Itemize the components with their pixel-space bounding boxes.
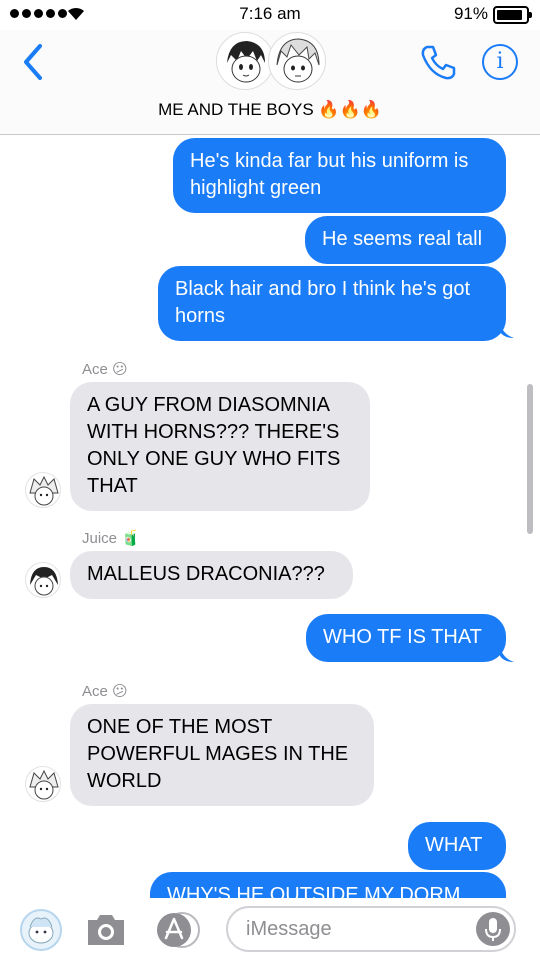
bubble-tail bbox=[500, 646, 514, 662]
message-bubble[interactable]: He's kinda far but his uniform is highli… bbox=[173, 138, 506, 213]
sender-name: Ace 😕 bbox=[82, 361, 128, 378]
sender-name: Juice 🧃 bbox=[82, 530, 140, 547]
message-bubble[interactable]: MALLEUS DRACONIA??? bbox=[70, 551, 353, 599]
avatar[interactable] bbox=[25, 562, 61, 598]
input-bar: iMessage bbox=[0, 898, 540, 960]
battery-icon bbox=[493, 6, 532, 24]
avatar[interactable] bbox=[25, 766, 61, 802]
message-bubble[interactable]: WHY'S HE OUTSIDE MY DORM bbox=[150, 872, 506, 898]
message-bubble[interactable]: A GUY FROM DIASOMNIA WITH HORNS??? THERE… bbox=[70, 382, 370, 511]
camera-icon[interactable] bbox=[84, 912, 128, 948]
status-bar: 7:16 am 91% bbox=[0, 0, 540, 30]
message-input-placeholder: iMessage bbox=[246, 918, 332, 940]
app-store-icon[interactable] bbox=[152, 910, 202, 950]
message-input[interactable]: iMessage bbox=[226, 906, 516, 952]
chevron-left-icon[interactable] bbox=[18, 42, 48, 82]
message-bubble[interactable]: ONE OF THE MOST POWERFUL MAGES IN THE WO… bbox=[70, 704, 374, 806]
avatar bbox=[216, 32, 274, 90]
avatar bbox=[268, 32, 326, 90]
conversation-header: ME AND THE BOYS 🔥🔥🔥 i bbox=[0, 30, 540, 135]
bubble-tail bbox=[500, 322, 514, 338]
scrollbar[interactable] bbox=[527, 384, 533, 534]
group-title[interactable]: ME AND THE BOYS 🔥🔥🔥 bbox=[0, 100, 540, 120]
message-bubble[interactable]: WHO TF IS THAT bbox=[306, 614, 506, 662]
message-bubble[interactable]: Black hair and bro I think he's got horn… bbox=[158, 266, 506, 341]
group-avatars[interactable] bbox=[214, 30, 326, 94]
message-bubble[interactable]: He seems real tall bbox=[305, 216, 506, 264]
message-bubble[interactable]: WHAT bbox=[408, 822, 506, 870]
info-icon[interactable]: i bbox=[482, 44, 518, 80]
message-list[interactable]: He's kinda far but his uniform is highli… bbox=[0, 136, 540, 898]
sender-name: Ace 😕 bbox=[82, 683, 128, 700]
microphone-icon[interactable] bbox=[476, 912, 510, 946]
phone-icon[interactable] bbox=[418, 42, 458, 82]
sticker-app-icon[interactable] bbox=[20, 909, 62, 951]
avatar[interactable] bbox=[25, 472, 61, 508]
battery-percent: 91% bbox=[453, 4, 488, 23]
